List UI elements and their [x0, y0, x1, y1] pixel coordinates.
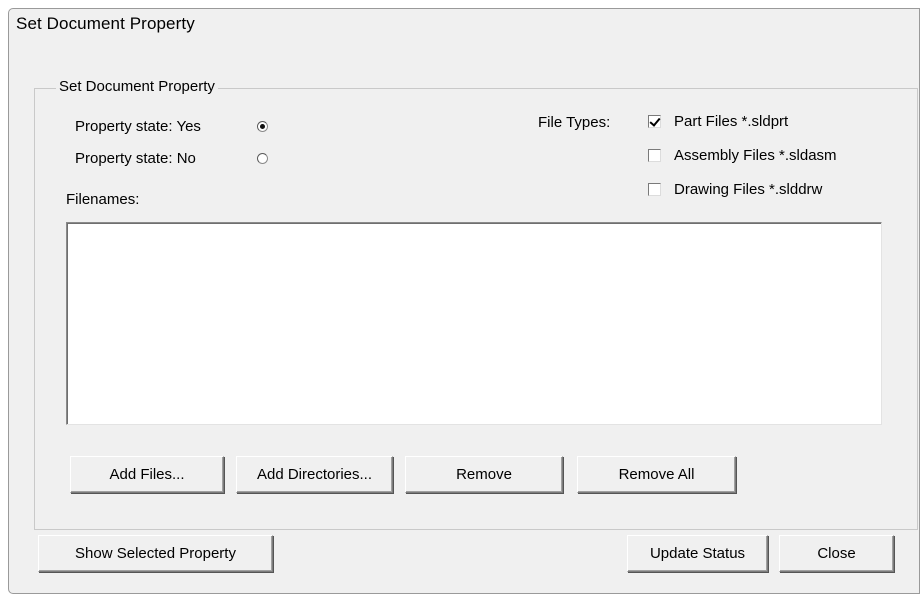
drawing-files-label[interactable]: Drawing Files *.slddrw — [674, 181, 822, 198]
drawing-files-checkbox[interactable] — [648, 183, 661, 196]
add-files-button[interactable]: Add Files... — [70, 456, 224, 493]
remove-all-button[interactable]: Remove All — [577, 456, 736, 493]
close-button[interactable]: Close — [779, 535, 894, 572]
filenames-label: Filenames: — [66, 191, 140, 208]
update-status-button[interactable]: Update Status — [627, 535, 768, 572]
property-state-no-label: Property state: No — [75, 150, 196, 167]
filenames-listbox[interactable] — [66, 222, 882, 425]
part-files-label[interactable]: Part Files *.sldprt — [674, 113, 788, 130]
property-state-yes-radio[interactable] — [257, 121, 268, 132]
dialog-title: Set Document Property — [16, 14, 195, 33]
group-label: Set Document Property — [56, 78, 218, 95]
remove-button[interactable]: Remove — [405, 456, 563, 493]
part-files-checkbox[interactable] — [648, 115, 661, 128]
assembly-files-checkbox[interactable] — [648, 149, 661, 162]
add-directories-button[interactable]: Add Directories... — [236, 456, 393, 493]
assembly-files-label[interactable]: Assembly Files *.sldasm — [674, 147, 837, 164]
file-types-label: File Types: — [538, 114, 611, 131]
property-state-no-radio[interactable] — [257, 153, 268, 164]
show-selected-property-button[interactable]: Show Selected Property — [38, 535, 273, 572]
property-state-yes-label: Property state: Yes — [75, 118, 201, 135]
